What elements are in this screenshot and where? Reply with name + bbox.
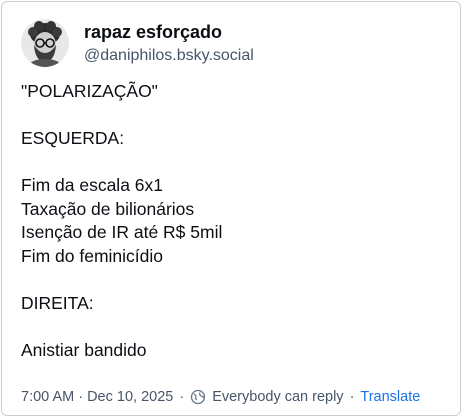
footer-separator: ·	[349, 389, 355, 405]
post-text-line: ESQUERDA:	[21, 128, 125, 148]
post-card: rapaz esforçado @daniphilos.bsky.social …	[1, 1, 461, 416]
post-text-line: Fim da escala 6x1	[21, 175, 164, 195]
translate-link[interactable]: Translate	[360, 388, 420, 406]
author-display-name[interactable]: rapaz esforçado	[84, 21, 254, 43]
post-text-line: DIREITA:	[21, 292, 94, 313]
post-timestamp[interactable]: 7:00 AM · Dec 10, 2025	[21, 388, 173, 406]
post-text-line	[21, 315, 446, 339]
earth-reply-icon	[190, 389, 206, 405]
reply-setting: Everybody can reply	[212, 389, 344, 405]
footer-separator: ·	[179, 389, 185, 405]
post-header: rapaz esforçado @daniphilos.bsky.social	[21, 19, 254, 67]
post-text-line: Fim do feminicídio	[21, 245, 163, 266]
post-text: "POLARIZAÇÃO" ESQUERDA: Fim da escala 6x…	[21, 80, 446, 362]
post-text-line: Isenção de IR até R$ 5mil	[21, 222, 223, 242]
post-text-line: Anistiar bandido	[21, 339, 147, 360]
author-names: rapaz esforçado @daniphilos.bsky.social	[84, 21, 254, 66]
post-footer: 7:00 AM · Dec 10, 2025 · Everybody can r…	[21, 388, 420, 406]
avatar-photo-icon	[21, 19, 69, 67]
post-text-line	[21, 268, 446, 292]
author-avatar[interactable]	[21, 19, 69, 67]
post-text-line: "POLARIZAÇÃO"	[21, 81, 158, 101]
post-text-line: Taxação de bilionários	[21, 198, 195, 219]
post-text-line	[21, 151, 446, 175]
author-handle[interactable]: @daniphilos.bsky.social	[84, 46, 254, 66]
post-text-line	[21, 104, 446, 128]
